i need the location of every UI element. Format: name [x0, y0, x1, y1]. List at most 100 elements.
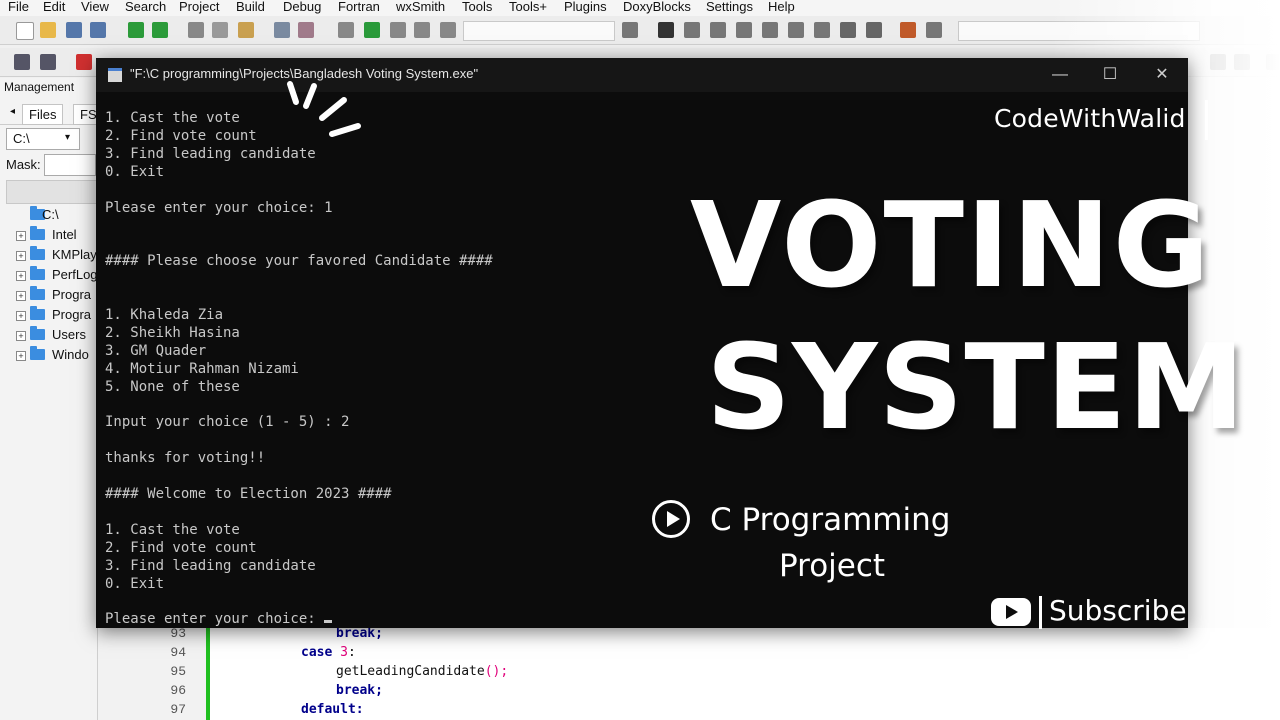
menu-settings[interactable]: Settings [706, 0, 753, 14]
next-line-icon[interactable] [710, 22, 726, 38]
folder-icon [30, 326, 45, 340]
channel-brand: CodeWithWalid [994, 104, 1186, 133]
build-log-icon[interactable] [622, 22, 638, 38]
debug-windows-icon[interactable] [900, 22, 916, 38]
step-into-icon[interactable] [736, 22, 752, 38]
menu-file[interactable]: File [8, 0, 29, 14]
rebuild-icon[interactable] [414, 22, 430, 38]
menu-project[interactable]: Project [179, 0, 219, 14]
management-tabs: ◂ Files FS [0, 100, 104, 125]
folder-icon [30, 346, 45, 360]
menu-search[interactable]: Search [125, 0, 166, 14]
subscribe-label[interactable]: Subscribe [1049, 594, 1187, 627]
subtitle-line-2: Project [779, 548, 886, 584]
code-punct: : [347, 645, 356, 660]
code-line-94: case 3: [301, 645, 356, 660]
close-button[interactable]: ✕ [1151, 64, 1173, 86]
debug-info-icon[interactable] [926, 22, 942, 38]
build-target-select[interactable] [463, 21, 615, 41]
expand-icon[interactable]: + [16, 351, 26, 361]
code-line-95: getLeadingCandidate(); [336, 664, 508, 679]
expand-icon[interactable]: + [16, 291, 26, 301]
build-run-icon[interactable] [390, 22, 406, 38]
stop-icon[interactable] [866, 22, 882, 38]
copy-icon[interactable] [212, 22, 228, 38]
console-titlebar[interactable]: "F:\C programming\Projects\Bangladesh Vo… [96, 58, 1188, 92]
step-instruction-icon[interactable] [814, 22, 830, 38]
minimize-button[interactable]: — [1049, 64, 1071, 86]
mask-input[interactable] [44, 154, 96, 176]
code-number: 3 [340, 645, 348, 660]
drive-select[interactable]: C:\ ▾ [6, 128, 80, 150]
title-line-1: VOTING [690, 176, 1212, 314]
text-cursor [324, 620, 333, 624]
expand-icon[interactable]: + [16, 311, 26, 321]
menu-view[interactable]: View [81, 0, 109, 14]
console-output-area[interactable]: 1. Cast the vote 2. Find vote count 3. F… [105, 110, 493, 629]
run-to-cursor-icon[interactable] [684, 22, 700, 38]
menu-edit[interactable]: Edit [43, 0, 65, 14]
tab-files[interactable]: Files [22, 104, 64, 125]
expand-icon[interactable]: + [16, 231, 26, 241]
run-icon[interactable] [364, 22, 380, 38]
console-output: 1. Cast the vote 2. Find vote count 3. F… [105, 110, 493, 628]
expand-icon[interactable]: + [16, 251, 26, 261]
maximize-button[interactable]: ☐ [1099, 64, 1121, 86]
menu-wxsmith[interactable]: wxSmith [396, 0, 445, 14]
find-icon[interactable] [274, 22, 290, 38]
code-keyword: case [301, 645, 333, 660]
management-panel: Management ◂ Files FS C:\ ▾ Mask: C:\ + … [0, 78, 104, 720]
next-instruction-icon[interactable] [788, 22, 804, 38]
menu-plugins[interactable]: Plugins [564, 0, 607, 14]
replace-icon[interactable] [298, 22, 314, 38]
folder-icon [30, 226, 45, 240]
folder-icon [30, 246, 45, 260]
menu-debug[interactable]: Debug [283, 0, 321, 14]
path-bar [6, 180, 99, 204]
expand-icon[interactable]: + [16, 331, 26, 341]
title-line-2: SYSTEM [706, 318, 1246, 456]
pause-icon[interactable] [840, 22, 856, 38]
chevron-down-icon: ▾ [65, 132, 71, 143]
undo-icon[interactable] [128, 22, 144, 38]
menu-help[interactable]: Help [768, 0, 795, 14]
line-number: 94 [170, 645, 186, 660]
folder-icon [30, 286, 45, 300]
line-number: 97 [170, 702, 186, 717]
folder-icon [30, 306, 45, 320]
menu-doxyblocks[interactable]: DoxyBlocks [623, 0, 691, 14]
menu-tools-plus[interactable]: Tools+ [509, 0, 547, 14]
step-out-icon[interactable] [762, 22, 778, 38]
debug-start-icon[interactable] [658, 22, 674, 38]
forward-arrow-icon[interactable] [40, 54, 56, 70]
line-number: 95 [170, 664, 186, 679]
brand-divider [1205, 100, 1208, 140]
open-folder-icon[interactable] [40, 22, 56, 38]
code-call: getLeadingCandidate [336, 664, 485, 679]
save-icon[interactable] [66, 22, 82, 38]
menu-tools[interactable]: Tools [462, 0, 492, 14]
bookmark-icon[interactable] [76, 54, 92, 70]
new-file-icon[interactable] [16, 22, 34, 40]
menu-fortran[interactable]: Fortran [338, 0, 380, 14]
expand-icon[interactable]: + [16, 271, 26, 281]
settings-gear-icon[interactable] [338, 22, 354, 38]
sparkle-accent-icon [287, 81, 361, 137]
folder-icon [30, 266, 45, 280]
tabs-scroll-left-icon[interactable]: ◂ [4, 104, 21, 119]
cut-icon[interactable] [188, 22, 204, 38]
menu-build[interactable]: Build [236, 0, 265, 14]
paste-icon[interactable] [238, 22, 254, 38]
drive-value: C:\ [13, 131, 30, 146]
code-line-96: break; [336, 683, 383, 698]
play-circle-icon [652, 500, 690, 538]
subtitle-line-1: C Programming [710, 502, 951, 538]
abort-icon[interactable] [440, 22, 456, 38]
code-line-97: default: [301, 702, 364, 717]
back-arrow-icon[interactable] [14, 54, 30, 70]
save-all-icon[interactable] [90, 22, 106, 38]
code-punct: (); [484, 664, 509, 679]
redo-icon[interactable] [152, 22, 168, 38]
management-title: Management [4, 80, 75, 94]
subscribe-divider [1039, 596, 1042, 629]
